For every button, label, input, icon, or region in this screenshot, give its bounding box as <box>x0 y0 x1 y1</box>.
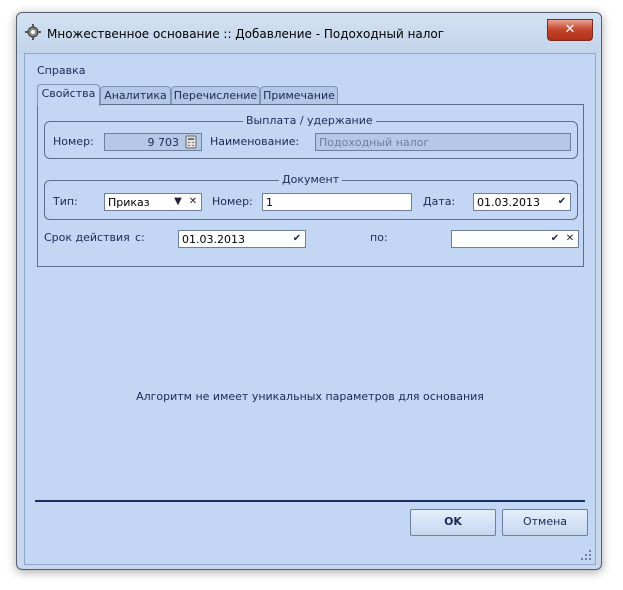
doc-date-field[interactable]: 01.03.2013 ✔ <box>473 193 571 211</box>
validity-label: Срок действия <box>44 231 130 244</box>
triangle-down-icon[interactable]: ▼ <box>171 195 185 209</box>
checkmark-icon[interactable]: ✔ <box>555 195 569 209</box>
calculator-icon[interactable] <box>184 135 198 149</box>
payment-group: Выплата / удержание Номер: 9 703 Наимено… <box>44 114 578 159</box>
menu-item-help[interactable]: Справка <box>37 64 85 77</box>
doc-number-field[interactable]: 1 <box>262 193 412 211</box>
validity-from-field[interactable]: 01.03.2013 ✔ <box>178 230 306 248</box>
doc-date-value: 01.03.2013 <box>477 196 540 209</box>
client-area: Справка Свойства Аналитика Перечисление … <box>24 53 596 565</box>
validity-to-field[interactable]: ✔ ✕ <box>451 230 579 248</box>
tab-enumeration[interactable]: Перечисление <box>171 86 260 105</box>
resize-grip-icon[interactable] <box>581 550 591 560</box>
tab-properties[interactable]: Свойства <box>37 84 100 106</box>
validity-from-label: с: <box>135 231 145 244</box>
info-message: Алгоритм не имеет уникальных параметров … <box>136 390 484 403</box>
title-bar[interactable]: Множественное основание :: Добавление - … <box>17 13 601 53</box>
close-button[interactable]: ✕ <box>547 19 593 41</box>
x-icon[interactable]: ✕ <box>186 195 200 209</box>
x-icon[interactable]: ✕ <box>563 232 577 246</box>
doc-number-label: Номер: <box>212 195 253 208</box>
app-gear-icon <box>25 24 41 40</box>
payment-number-value: 9 703 <box>147 136 180 149</box>
ok-button[interactable]: OK <box>410 509 496 536</box>
validity-to-label: по: <box>370 231 388 244</box>
checkmark-icon[interactable]: ✔ <box>290 232 304 246</box>
doc-type-value: Приказ <box>108 196 150 209</box>
doc-date-label: Дата: <box>423 195 456 208</box>
tab-analytics[interactable]: Аналитика <box>100 86 171 105</box>
payment-number-field[interactable]: 9 703 <box>104 133 202 151</box>
document-group-title: Документ <box>279 173 343 186</box>
doc-type-label: Тип: <box>53 195 78 208</box>
payment-number-label: Номер: <box>53 135 94 148</box>
payment-name-field: Подоходный налог <box>315 133 571 151</box>
divider <box>35 500 585 502</box>
checkmark-icon[interactable]: ✔ <box>548 232 562 246</box>
doc-type-select[interactable]: Приказ ▼ ✕ <box>104 193 202 211</box>
properties-panel: Выплата / удержание Номер: 9 703 Наимено… <box>37 104 584 267</box>
tab-note[interactable]: Примечание <box>260 86 338 105</box>
cancel-button[interactable]: Отмена <box>502 509 588 536</box>
payment-name-label: Наименование: <box>210 135 300 148</box>
validity-from-value: 01.03.2013 <box>182 233 245 246</box>
payment-group-title: Выплата / удержание <box>243 114 376 127</box>
dialog-window: Множественное основание :: Добавление - … <box>16 12 602 570</box>
window-title: Множественное основание :: Добавление - … <box>47 27 445 41</box>
document-group: Документ Тип: Приказ ▼ ✕ Номер: 1 Дата: … <box>44 173 578 220</box>
